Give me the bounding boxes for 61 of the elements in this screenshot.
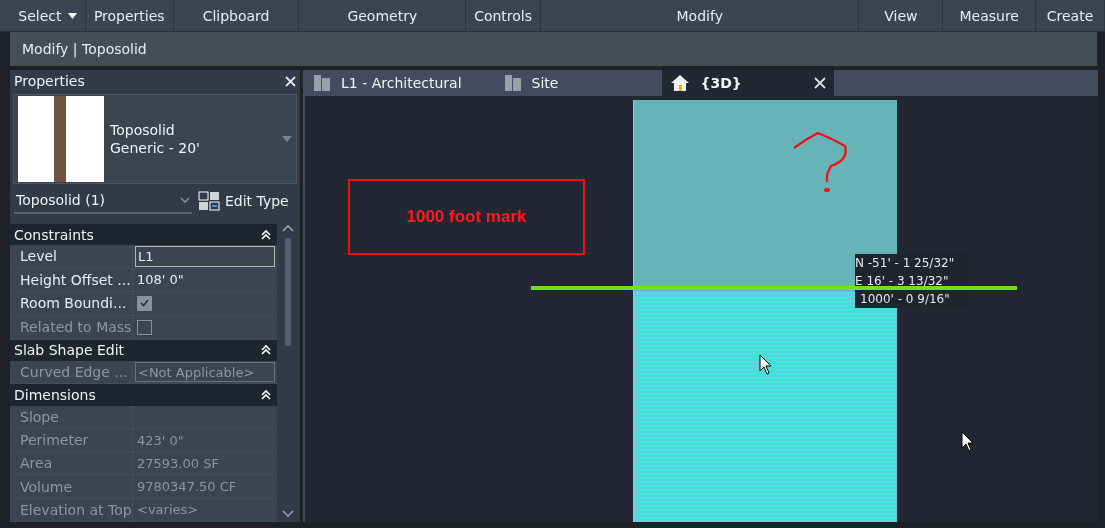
coordinate-readout: N -51' - 1 25/32" [855, 254, 967, 272]
property-label: Level [10, 245, 133, 268]
collapse-icon [261, 344, 271, 357]
property-label: Room Boundi... [10, 291, 133, 315]
property-field[interactable]: L1 [135, 246, 275, 267]
type-name: Generic - 20' [110, 140, 201, 156]
close-icon[interactable] [814, 77, 827, 89]
property-label: Elevation at Top [10, 498, 133, 521]
property-label: Slope [10, 405, 133, 428]
chevron-down-icon [180, 197, 190, 203]
view-icon [313, 74, 331, 92]
coordinate-readout: 1000' - 0 9/16" [855, 290, 967, 308]
caret-icon [282, 136, 292, 142]
ribbon-tab[interactable]: Modify [676, 7, 723, 24]
close-button[interactable] [285, 75, 296, 87]
cursor-icon [759, 354, 773, 376]
check-icon [140, 299, 149, 308]
edit-type-icon [198, 191, 220, 211]
group-header[interactable]: Constraints [10, 224, 277, 246]
context-title: Modify | Toposolid [22, 41, 147, 57]
property-label: Perimeter [10, 428, 133, 452]
ribbon-tab[interactable]: Clipboard [202, 7, 270, 24]
property-value: 27593.00 SF [136, 454, 220, 473]
property-label: Volume [10, 475, 133, 498]
property-label: Related to Mass [10, 315, 133, 339]
collapse-icon [261, 389, 271, 402]
instance-dropdown[interactable]: Toposolid (1) [14, 188, 192, 214]
3d-viewport[interactable]: 1000 foot mark N -51' - 1 25/32" E 16' - 3 13/32" 1000' - 0 9/16" [305, 96, 1098, 522]
property-label: Curved Edge ... [10, 361, 133, 384]
property-value: 108' 0" [136, 271, 185, 290]
ribbon-tab[interactable]: Geometry [347, 7, 418, 24]
property-label: Height Offset ... [10, 268, 133, 291]
house-icon [670, 74, 691, 92]
group-header[interactable]: Dimensions [10, 384, 277, 406]
ribbon-tab[interactable]: Properties [93, 7, 165, 24]
scroll-down-icon[interactable] [282, 510, 294, 518]
group-header[interactable]: Slab Shape Edit [10, 339, 277, 362]
ribbon-tab[interactable]: Controls [474, 7, 533, 24]
document-tab[interactable]: L1 - Architectural [305, 70, 496, 96]
ribbon-tab[interactable]: View [884, 7, 918, 24]
type-selector[interactable]: Toposolid Generic - 20' [13, 94, 297, 184]
collapse-icon [261, 228, 271, 241]
property-value: 9780347.50 CF [136, 478, 238, 497]
document-tab[interactable]: {3D} [662, 70, 835, 96]
type-family: Toposolid [110, 122, 176, 138]
ribbon-tab[interactable]: Create [1046, 7, 1094, 24]
caret-icon [67, 12, 77, 19]
document-tab[interactable]: Site [495, 70, 593, 96]
ribbon-tab[interactable]: Select [18, 7, 77, 24]
checkbox[interactable] [137, 295, 152, 311]
annotation-text: 1000 foot mark [406, 207, 527, 227]
property-label: Area [10, 452, 133, 475]
property-value: <varies> [136, 501, 200, 520]
view-icon [503, 74, 522, 92]
panel-title: Properties [14, 73, 85, 89]
edit-type-button[interactable]: Edit Type [198, 191, 289, 211]
ribbon-tab[interactable]: Measure [959, 7, 1019, 24]
scroll-up-icon[interactable] [282, 224, 294, 232]
property-value: 423' 0" [136, 431, 185, 450]
scrollbar-thumb[interactable] [285, 238, 291, 346]
cursor-icon [961, 431, 975, 453]
